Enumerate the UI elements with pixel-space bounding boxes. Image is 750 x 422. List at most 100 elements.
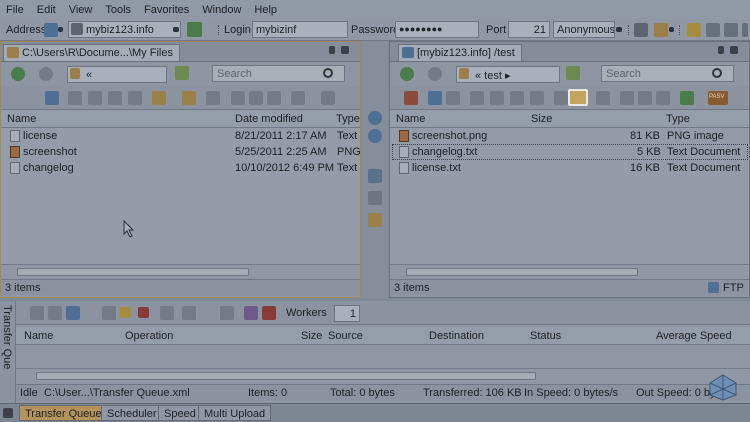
download-icon[interactable] xyxy=(368,129,382,143)
view-icon[interactable] xyxy=(206,91,220,105)
queue-col-destination[interactable]: Destination xyxy=(429,330,484,342)
layout-icon[interactable] xyxy=(706,23,720,37)
local-file-row[interactable]: license 8/21/2011 2:17 AM Text xyxy=(1,128,360,144)
up-folder-icon[interactable] xyxy=(566,66,580,80)
remove-icon[interactable] xyxy=(160,306,174,320)
open-folder-icon[interactable] xyxy=(182,91,196,105)
menu-window[interactable]: Window xyxy=(202,4,241,16)
chevron-down-icon[interactable] xyxy=(58,27,63,32)
queue-add-icon[interactable] xyxy=(30,306,44,320)
folder-icon[interactable] xyxy=(654,23,668,37)
scroll-thumb[interactable] xyxy=(17,268,249,276)
remote-horizontal-scrollbar[interactable] xyxy=(390,264,749,278)
host-input[interactable]: mybiz123.info xyxy=(68,21,181,38)
rename-icon[interactable] xyxy=(490,91,504,105)
back-icon[interactable] xyxy=(400,67,414,81)
local-col-type[interactable]: Type xyxy=(336,113,360,125)
cut-icon[interactable] xyxy=(620,91,634,105)
queue-copy-icon[interactable] xyxy=(48,306,62,320)
tab-scroll-icon[interactable] xyxy=(718,46,724,54)
search-icon[interactable] xyxy=(712,68,722,78)
rename-icon[interactable] xyxy=(88,91,102,105)
tab-speed[interactable]: Speed xyxy=(158,405,202,421)
disconnect-icon[interactable] xyxy=(404,91,418,105)
filter-icon[interactable] xyxy=(291,91,305,105)
paste-icon[interactable] xyxy=(267,91,281,105)
compare-icon[interactable] xyxy=(368,191,382,205)
mode-dropdown-icon[interactable] xyxy=(616,27,622,32)
menu-file[interactable]: File xyxy=(6,4,24,16)
local-file-row[interactable]: changelog 10/10/2012 6:49 PM Text xyxy=(1,160,360,176)
up-folder-icon[interactable] xyxy=(175,66,189,80)
queue-col-operation[interactable]: Operation xyxy=(125,330,173,342)
speed-limit-icon[interactable] xyxy=(262,306,276,320)
pause-icon[interactable] xyxy=(120,307,131,318)
remote-tab[interactable]: [mybiz123.info] /test xyxy=(398,44,522,61)
local-file-row[interactable]: screenshot 5/25/2011 2:25 AM PNG xyxy=(1,144,361,160)
password-input[interactable]: ●●●●●●●● xyxy=(395,21,479,38)
host-dropdown-icon[interactable] xyxy=(173,27,179,32)
close-icon[interactable] xyxy=(3,408,13,418)
remote-file-row[interactable]: license.txt 16 KB Text Document xyxy=(390,160,749,176)
forward-icon[interactable] xyxy=(428,67,442,81)
new-folder-icon[interactable] xyxy=(554,91,568,105)
swap-icon[interactable] xyxy=(368,213,382,227)
tab-multi-upload[interactable]: Multi Upload xyxy=(198,405,272,421)
upload-icon[interactable] xyxy=(368,111,382,125)
remote-col-name[interactable]: Name xyxy=(396,113,425,125)
queue-options-icon[interactable] xyxy=(220,306,234,320)
close-icon[interactable] xyxy=(341,46,349,54)
view-icon[interactable] xyxy=(596,91,610,105)
back-icon[interactable] xyxy=(11,67,25,81)
refresh-icon[interactable] xyxy=(428,91,442,105)
queue-col-status[interactable]: Status xyxy=(530,330,561,342)
refresh-icon[interactable] xyxy=(45,91,59,105)
site-manager-icon[interactable] xyxy=(634,23,648,37)
paste-icon[interactable] xyxy=(656,91,670,105)
tab-scroll-icon[interactable] xyxy=(329,46,335,54)
scheduler-icon[interactable] xyxy=(244,306,258,320)
workers-input[interactable]: 1 xyxy=(334,305,360,322)
remote-file-row[interactable]: screenshot.png 81 KB PNG image xyxy=(390,128,749,144)
menu-edit[interactable]: Edit xyxy=(37,4,56,16)
scroll-thumb[interactable] xyxy=(406,268,638,276)
local-horizontal-scrollbar[interactable] xyxy=(1,264,360,278)
scroll-thumb[interactable] xyxy=(36,372,536,380)
new-folder-icon[interactable] xyxy=(152,91,166,105)
menu-tools[interactable]: Tools xyxy=(105,4,131,16)
pasv-icon[interactable]: PASV xyxy=(708,91,728,105)
menu-help[interactable]: Help xyxy=(254,4,277,16)
local-path-input[interactable]: « xyxy=(67,66,167,83)
connect-icon[interactable] xyxy=(44,23,58,37)
queue-horizontal-scrollbar[interactable] xyxy=(16,368,750,382)
stop-icon[interactable] xyxy=(138,307,149,318)
transfer-mode-icon[interactable] xyxy=(680,91,694,105)
remote-file-row[interactable]: changelog.txt 5 KB Text Document xyxy=(392,144,748,160)
copy-icon[interactable] xyxy=(510,91,524,105)
chevron-down-icon[interactable] xyxy=(669,27,674,32)
local-col-date[interactable]: Date modified xyxy=(235,113,303,125)
remote-col-type[interactable]: Type xyxy=(666,113,690,125)
overflow-icon[interactable] xyxy=(742,23,748,37)
queue-side-tab[interactable]: Transfer Que xyxy=(0,301,16,403)
tab-transfer-queue[interactable]: Transfer Queue xyxy=(19,405,108,421)
port-input[interactable]: 21 xyxy=(508,21,550,38)
tab-scheduler[interactable]: Scheduler xyxy=(101,405,163,421)
forward-icon[interactable] xyxy=(39,67,53,81)
properties-icon[interactable] xyxy=(470,91,484,105)
copy-clipboard-icon[interactable] xyxy=(249,91,263,105)
star-icon[interactable] xyxy=(687,23,701,37)
copy-icon[interactable] xyxy=(108,91,122,105)
queue-col-size[interactable]: Size xyxy=(301,330,322,342)
split-view-icon[interactable] xyxy=(724,23,738,37)
queue-col-name[interactable]: Name xyxy=(24,330,53,342)
stop-icon[interactable] xyxy=(446,91,460,105)
queue-col-source[interactable]: Source xyxy=(328,330,363,342)
play-icon[interactable] xyxy=(102,306,116,320)
menu-view[interactable]: View xyxy=(69,4,93,16)
cut-icon[interactable] xyxy=(231,91,245,105)
remote-col-size[interactable]: Size xyxy=(531,113,552,125)
remote-path-input[interactable]: « test ▸ xyxy=(456,66,560,83)
local-tab[interactable]: C:\Users\R\Docume...\My Files xyxy=(3,44,180,61)
mode-select[interactable]: Anonymous xyxy=(553,21,615,38)
